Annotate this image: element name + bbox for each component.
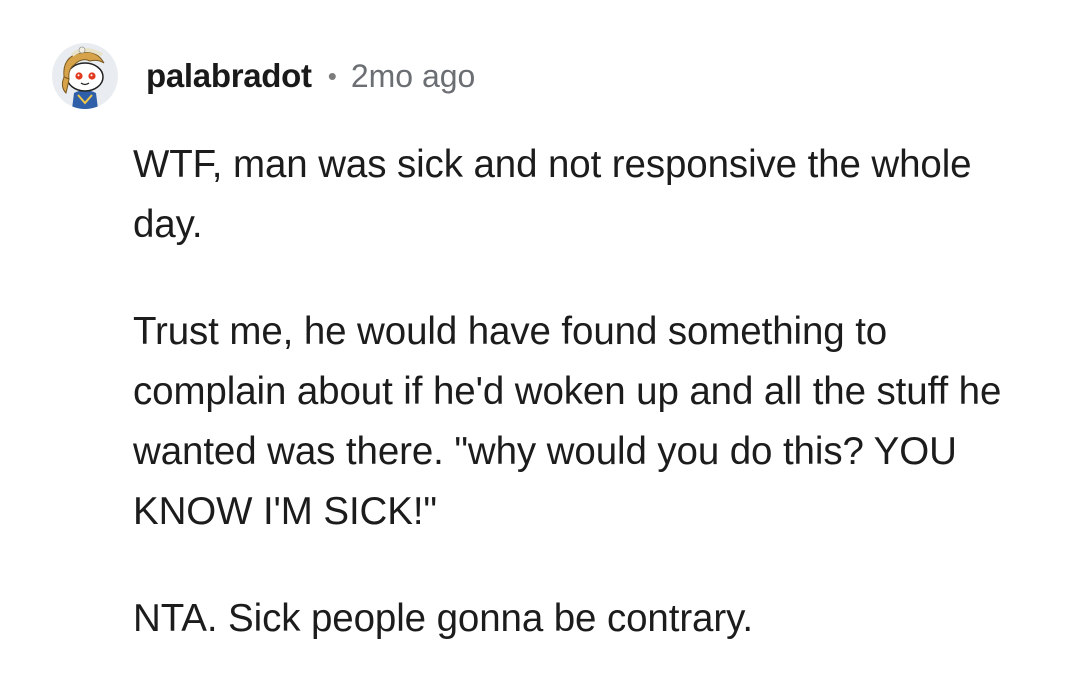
- comment-paragraph: NTA. Sick people gonna be contrary.: [133, 597, 753, 640]
- username-link[interactable]: palabradot: [146, 57, 312, 95]
- comment-paragraph: Trust me, he would have found something …: [133, 310, 1002, 533]
- comment: palabradot • 2mo ago WTF, man was sick a…: [0, 0, 1080, 681]
- user-avatar[interactable]: [52, 43, 118, 109]
- comment-paragraph: WTF, man was sick and not responsive the…: [133, 143, 972, 246]
- comment-header: palabradot • 2mo ago: [52, 40, 475, 112]
- comment-body: WTF, man was sick and not responsive the…: [133, 135, 1033, 649]
- meta-separator: •: [327, 61, 337, 91]
- reddit-snoo-avatar-icon: [61, 46, 105, 109]
- comment-timestamp: 2mo ago: [350, 57, 476, 94]
